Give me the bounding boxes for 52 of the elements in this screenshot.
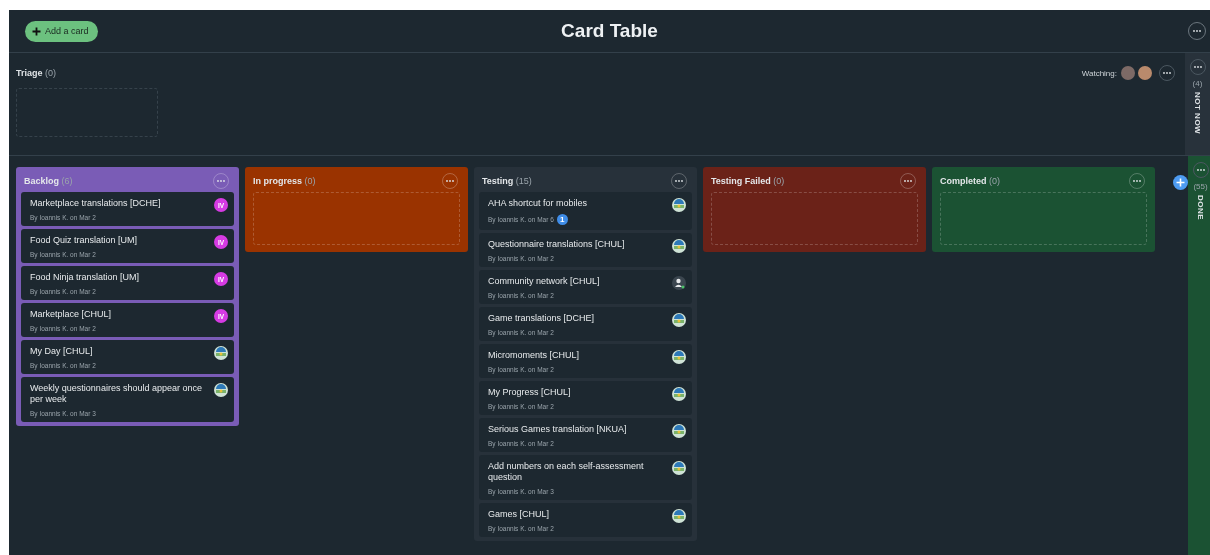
more-icon	[217, 179, 225, 182]
done-strip[interactable]: (55) DONE	[1188, 156, 1210, 555]
person-avatar-icon	[672, 276, 686, 290]
more-icon	[1133, 179, 1141, 182]
card-title: Add numbers on each self-assessment question	[488, 461, 645, 483]
more-icon	[446, 179, 454, 182]
logo-avatar-icon	[672, 198, 686, 212]
logo-avatar-icon	[672, 461, 686, 475]
strip-count: (4)	[1192, 79, 1203, 88]
card-title: Weekly questionnaires should appear once per week	[30, 383, 203, 405]
card-title: Food Quiz translation [UM]	[30, 235, 138, 246]
logo-avatar-icon	[672, 509, 686, 523]
strip-label: DONE	[1196, 195, 1205, 221]
watcher-avatar[interactable]	[1121, 66, 1135, 80]
card-title: My Progress [CHUL]	[488, 387, 571, 398]
more-icon	[675, 179, 683, 182]
column-heading: Testing Failed (0)	[711, 175, 785, 186]
add-column-button[interactable]	[1173, 175, 1188, 190]
card-title: Game translations [DCHE]	[488, 313, 595, 324]
comment-count-badge: 1	[556, 214, 568, 225]
card-title: Marketplace [CHUL]	[30, 309, 112, 320]
logo-avatar-icon	[214, 346, 228, 360]
watching-label: Watching:	[1081, 68, 1117, 78]
logo-avatar-icon	[672, 350, 686, 364]
card-title: Marketplace translations [DCHE]	[30, 198, 161, 209]
add-card-button[interactable]: Add a card	[25, 20, 98, 42]
page-title: Card Table	[561, 20, 658, 42]
logo-avatar-icon	[672, 424, 686, 438]
logo-avatar-icon	[672, 239, 686, 253]
logo-avatar-icon	[672, 313, 686, 327]
not-now-strip[interactable]: (4) NOT NOW	[1185, 53, 1210, 155]
card-title: Games [CHUL]	[488, 509, 550, 520]
card-title: Food Ninja translation [UM]	[30, 272, 140, 283]
card-title: Micromoments [CHUL]	[488, 350, 579, 361]
triage-heading: Triage (0)	[16, 68, 57, 78]
plus-icon	[32, 26, 41, 36]
strip-count: (55)	[1193, 182, 1208, 191]
card-title: Serious Games translation [NKUA]	[488, 424, 627, 435]
card-title: Questionnaire translations [CHUL]	[488, 239, 625, 250]
watcher-avatar[interactable]	[1138, 66, 1152, 80]
column-heading: In progress (0)	[253, 175, 316, 186]
card-title: Community network [CHUL]	[488, 276, 600, 287]
logo-avatar-icon	[672, 387, 686, 401]
column-heading: Backlog (6)	[24, 175, 73, 186]
plus-icon	[1176, 178, 1185, 187]
strip-label: NOT NOW	[1193, 92, 1202, 135]
card-title: AHA shortcut for mobiles	[488, 198, 588, 209]
column-heading: Testing (15)	[482, 175, 532, 186]
column-heading: Completed (0)	[940, 175, 1001, 186]
card-title: My Day [CHUL]	[30, 346, 94, 357]
logo-avatar-icon	[214, 383, 228, 397]
more-icon	[904, 179, 912, 182]
